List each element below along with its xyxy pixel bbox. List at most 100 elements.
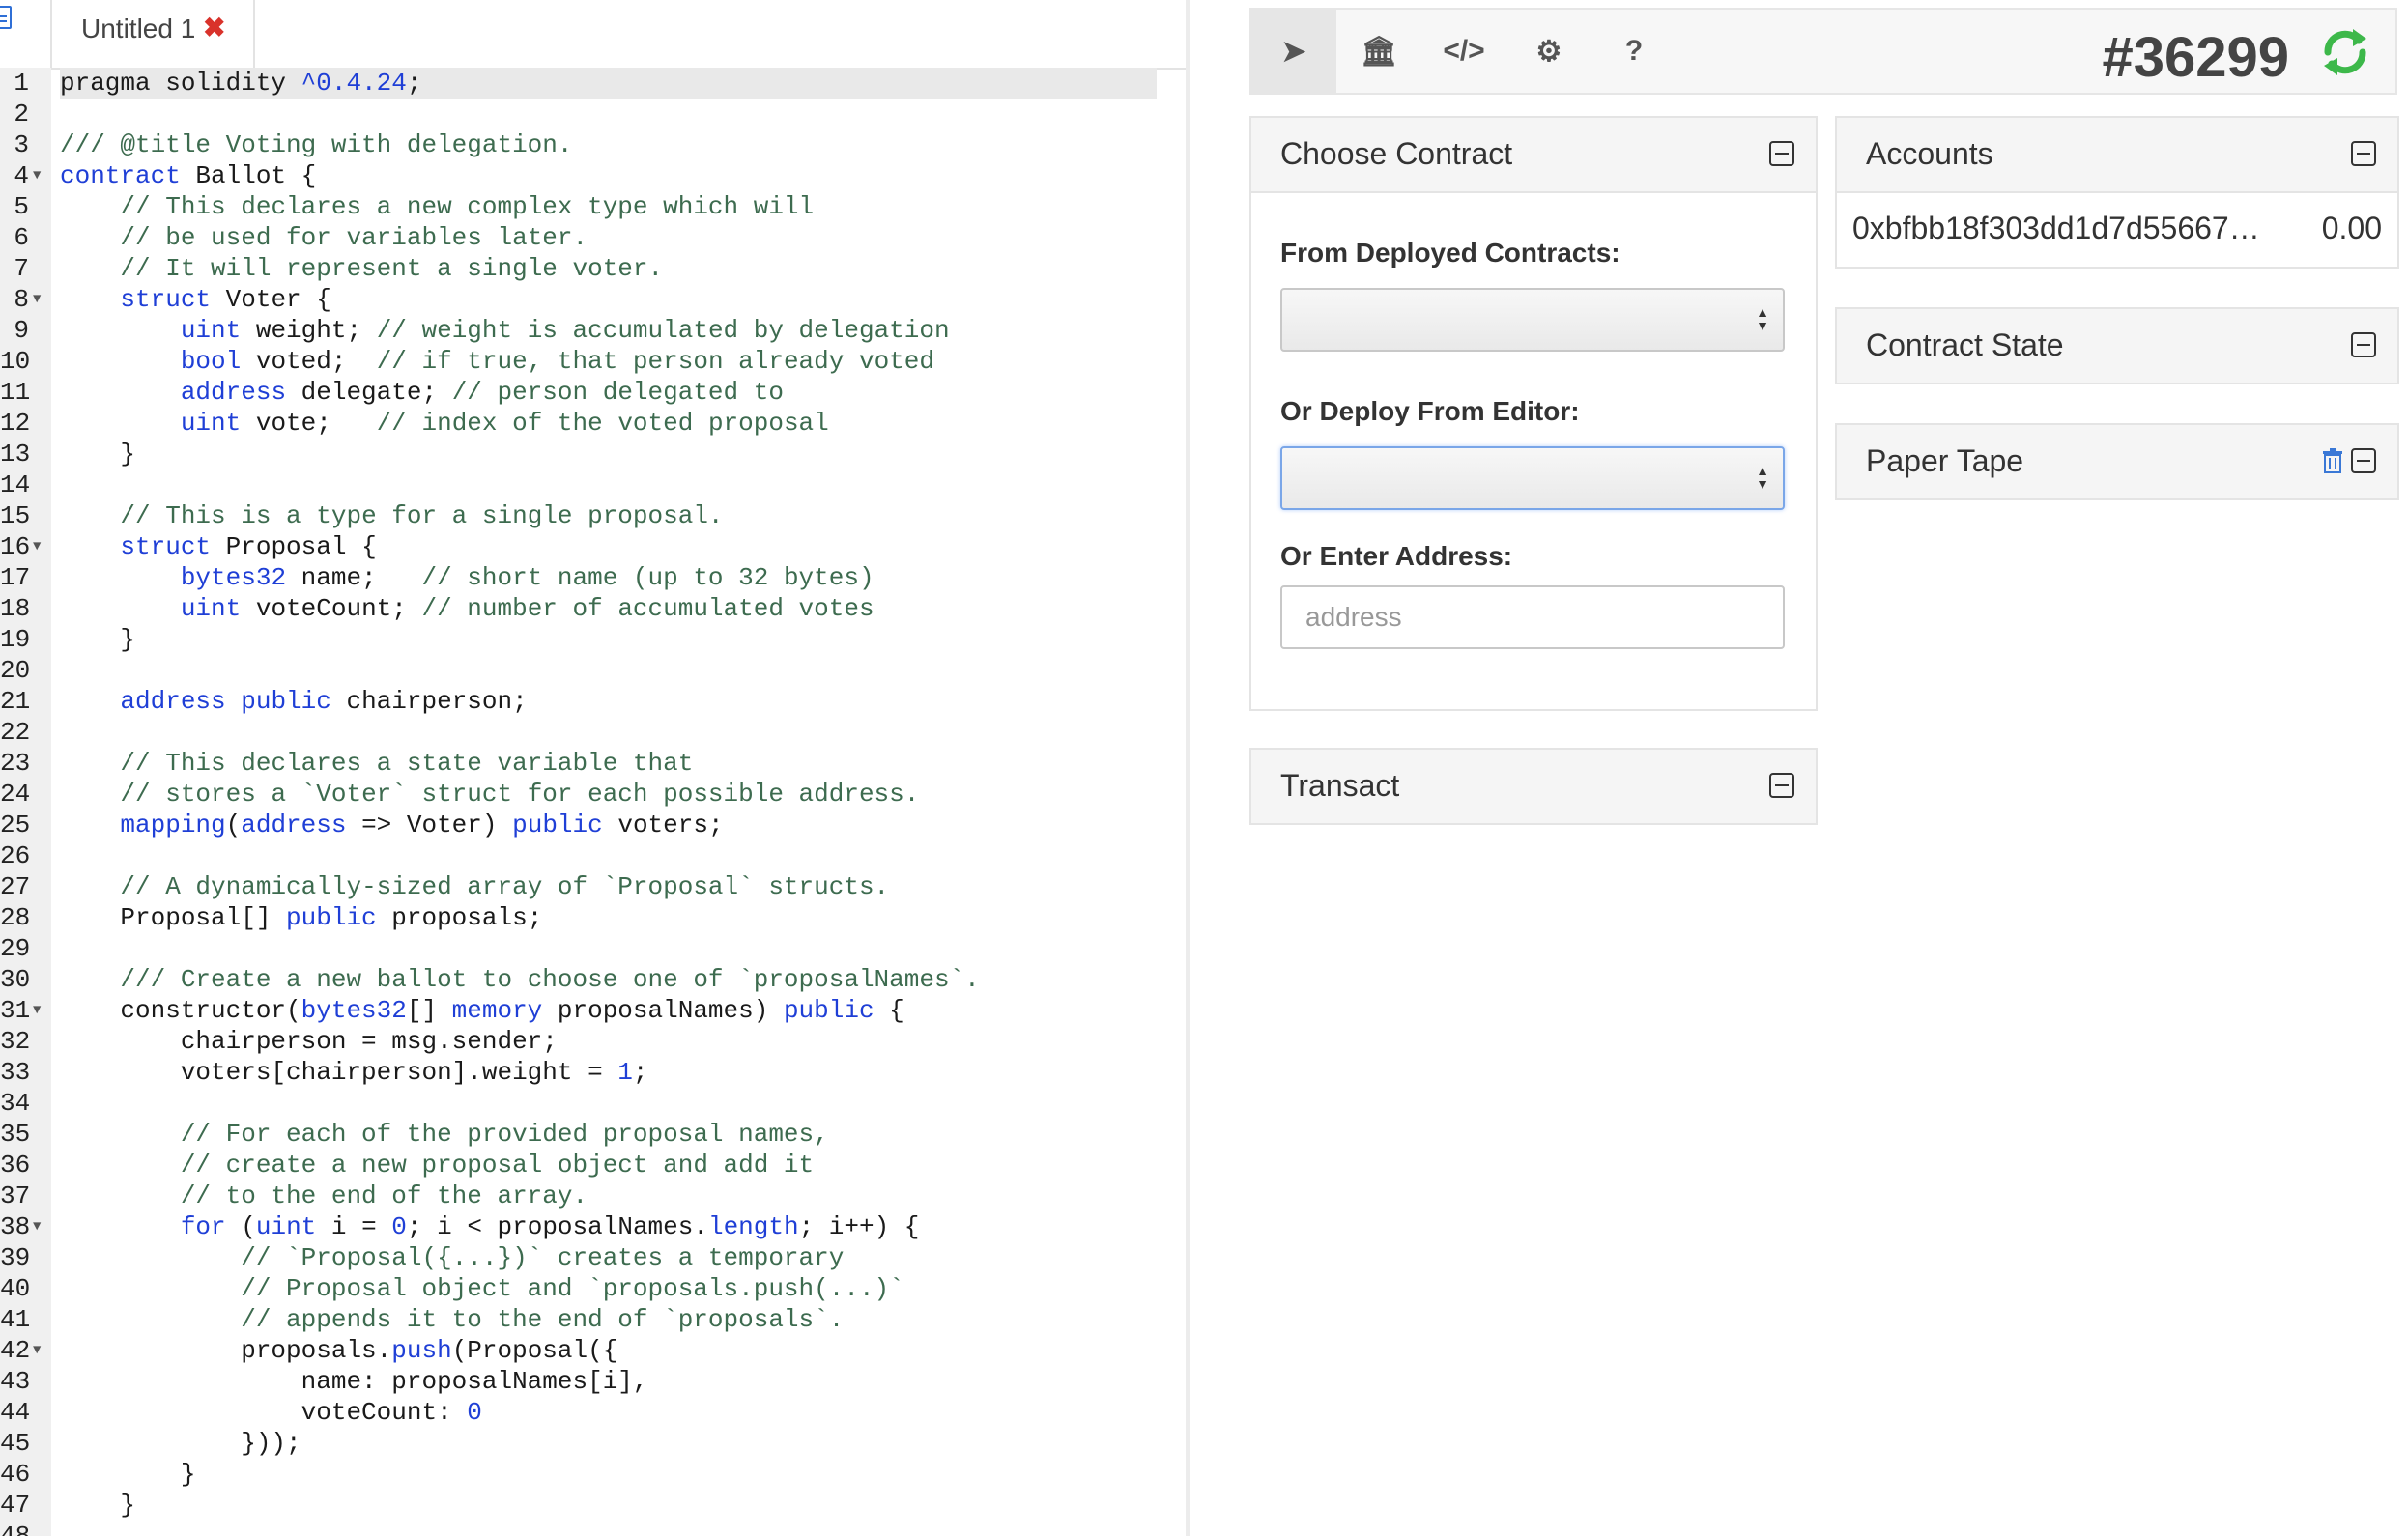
code-line[interactable]: 36 // create a new proposal object and a… <box>0 1150 1186 1180</box>
code-line[interactable]: 5 // This declares a new complex type wh… <box>0 191 1186 222</box>
fold-arrow-icon[interactable]: ▼ <box>33 160 41 191</box>
code-lines[interactable]: 1 pragma solidity ^0.4.24; 2 3 /// @title V… <box>0 68 1186 1536</box>
collapse-icon[interactable] <box>1769 773 1794 798</box>
code-line[interactable]: 21 address public chairperson; <box>0 686 1186 717</box>
code-line[interactable]: 3 /// @title Voting with delegation. <box>0 129 1186 160</box>
code-line[interactable]: 18 uint voteCount; // number of accumula… <box>0 593 1186 624</box>
gear-icon[interactable]: ⚙ <box>1506 10 1591 93</box>
code-line[interactable]: 17 bytes32 name; // short name (up to 32… <box>0 562 1186 593</box>
code-line[interactable]: 22 <box>0 717 1186 748</box>
code-line[interactable]: 27 // A dynamically-sized array of `Prop… <box>0 871 1186 902</box>
accounts-panel: Accounts 0xbfbb18f303dd1d7d55667… 0.00 <box>1835 116 2399 269</box>
address-input[interactable] <box>1280 585 1785 649</box>
code-text: // `Proposal({...})` creates a temporary <box>241 1243 845 1272</box>
deployed-contracts-select[interactable]: ▲ ▼ <box>1280 288 1785 352</box>
code-line[interactable]: 7 // It will represent a single voter. <box>0 253 1186 284</box>
fold-arrow-icon[interactable]: ▼ <box>33 1211 41 1242</box>
code-line[interactable]: 13 } <box>0 439 1186 469</box>
line-number: 48 <box>0 1522 31 1536</box>
line-number: 41 <box>0 1305 31 1334</box>
code-line[interactable]: 31 ▼ constructor(bytes32[] memory proposa… <box>0 995 1186 1026</box>
help-icon[interactable]: ? <box>1591 10 1677 93</box>
paper-tape-header[interactable]: Paper Tape <box>1837 425 2397 498</box>
collapse-icon[interactable] <box>2351 332 2376 357</box>
code-line[interactable]: 37 // to the end of the array. <box>0 1180 1186 1211</box>
code-line[interactable]: 15 // This is a type for a single propos… <box>0 500 1186 531</box>
code-line[interactable]: 12 uint vote; // index of the voted prop… <box>0 408 1186 439</box>
code-line[interactable]: 16 ▼ struct Proposal { <box>0 531 1186 562</box>
line-number: 47 <box>0 1491 31 1520</box>
collapse-icon[interactable] <box>2351 141 2376 166</box>
code-text: } <box>60 440 136 469</box>
code-line[interactable]: 48 <box>0 1521 1186 1536</box>
file-icon[interactable] <box>0 6 12 29</box>
code-line[interactable]: 25 mapping(address => Voter) public vote… <box>0 810 1186 840</box>
contract-state-header[interactable]: Contract State <box>1837 309 2397 383</box>
code-line[interactable]: 6 // be used for variables later. <box>0 222 1186 253</box>
code-line[interactable]: 1 pragma solidity ^0.4.24; <box>0 68 1186 99</box>
editor-tab-bar: Untitled 1 ✖ <box>0 0 1186 70</box>
send-icon[interactable]: ➤ <box>1251 10 1336 93</box>
code-line[interactable]: 8 ▼ struct Voter { <box>0 284 1186 315</box>
tab-untitled-1[interactable]: Untitled 1 ✖ <box>50 0 255 68</box>
code-line[interactable]: 11 address delegate; // person delegated… <box>0 377 1186 408</box>
trash-icon[interactable] <box>2322 448 2343 473</box>
code-line[interactable]: 44 voteCount: 0 <box>0 1397 1186 1428</box>
fold-arrow-icon[interactable]: ▼ <box>33 1335 41 1366</box>
code-line[interactable]: 4 ▼ contract Ballot { <box>0 160 1186 191</box>
code-line[interactable]: 30 /// Create a new ballot to choose one… <box>0 964 1186 995</box>
fold-arrow-icon[interactable]: ▼ <box>33 531 41 562</box>
choose-contract-header[interactable]: Choose Contract <box>1251 118 1816 193</box>
code-line[interactable]: 28 Proposal[] public proposals; <box>0 902 1186 933</box>
editor-contracts-select[interactable]: ▲ ▼ <box>1280 446 1785 510</box>
line-number: 42 <box>0 1336 31 1365</box>
code-icon[interactable]: </> <box>1421 10 1506 93</box>
line-number: 8 <box>14 285 29 314</box>
close-icon[interactable]: ✖ <box>203 12 225 43</box>
code-line[interactable]: 10 bool voted; // if true, that person a… <box>0 346 1186 377</box>
transact-header[interactable]: Transact <box>1251 750 1816 823</box>
code-line[interactable]: 2 <box>0 99 1186 129</box>
code-line[interactable]: 38 ▼ for (uint i = 0; i < proposalNames.l… <box>0 1211 1186 1242</box>
code-line[interactable]: 23 // This declares a state variable tha… <box>0 748 1186 779</box>
code-line[interactable]: 33 voters[chairperson].weight = 1; <box>0 1057 1186 1088</box>
bank-icon[interactable]: 🏛 <box>1336 10 1421 93</box>
code-line[interactable]: 32 chairperson = msg.sender; <box>0 1026 1186 1057</box>
line-number: 13 <box>0 440 31 469</box>
code-line[interactable]: 9 uint weight; // weight is accumulated … <box>0 315 1186 346</box>
code-line[interactable]: 34 <box>0 1088 1186 1119</box>
line-number: 1 <box>14 69 29 98</box>
code-line[interactable]: 47 } <box>0 1490 1186 1521</box>
code-text: // This declares a state variable that <box>120 749 694 778</box>
line-number: 43 <box>0 1367 31 1396</box>
code-line[interactable]: 20 <box>0 655 1186 686</box>
account-row[interactable]: 0xbfbb18f303dd1d7d55667… 0.00 <box>1837 191 2397 267</box>
code-line[interactable]: 39 // `Proposal({...})` creates a tempor… <box>0 1242 1186 1273</box>
line-number: 27 <box>0 872 31 901</box>
code-line[interactable]: 19 } <box>0 624 1186 655</box>
code-line[interactable]: 40 // Proposal object and `proposals.pus… <box>0 1273 1186 1304</box>
code-line[interactable]: 41 // appends it to the end of `proposal… <box>0 1304 1186 1335</box>
line-number: 7 <box>14 254 29 283</box>
fold-arrow-icon[interactable]: ▼ <box>33 284 41 315</box>
code-line[interactable]: 42 ▼ proposals.push(Proposal({ <box>0 1335 1186 1366</box>
accounts-header[interactable]: Accounts <box>1837 118 2397 193</box>
code-line[interactable]: 45 })); <box>0 1428 1186 1459</box>
code-line[interactable]: 14 <box>0 469 1186 500</box>
collapse-icon[interactable] <box>1769 141 1794 166</box>
collapse-icon[interactable] <box>2351 448 2376 473</box>
refresh-icon[interactable] <box>2316 23 2374 81</box>
code-line[interactable]: 29 <box>0 933 1186 964</box>
fold-arrow-icon[interactable]: ▼ <box>33 995 41 1026</box>
code-line[interactable]: 26 <box>0 840 1186 871</box>
code-editor[interactable]: Untitled 1 ✖ 1 pragma solidity ^0.4.24; 2 … <box>0 0 1186 1536</box>
deploy-from-editor-label: Or Deploy From Editor: <box>1280 396 1580 426</box>
code-line[interactable]: 24 // stores a `Voter` struct for each p… <box>0 779 1186 810</box>
code-text: name: proposalNames[i], <box>60 1367 648 1396</box>
code-line[interactable]: 46 } <box>0 1459 1186 1490</box>
code-line[interactable]: 43 name: proposalNames[i], <box>0 1366 1186 1397</box>
select-arrows-icon: ▲ ▼ <box>1756 304 1769 333</box>
code-line[interactable]: 35 // For each of the provided proposal … <box>0 1119 1186 1150</box>
